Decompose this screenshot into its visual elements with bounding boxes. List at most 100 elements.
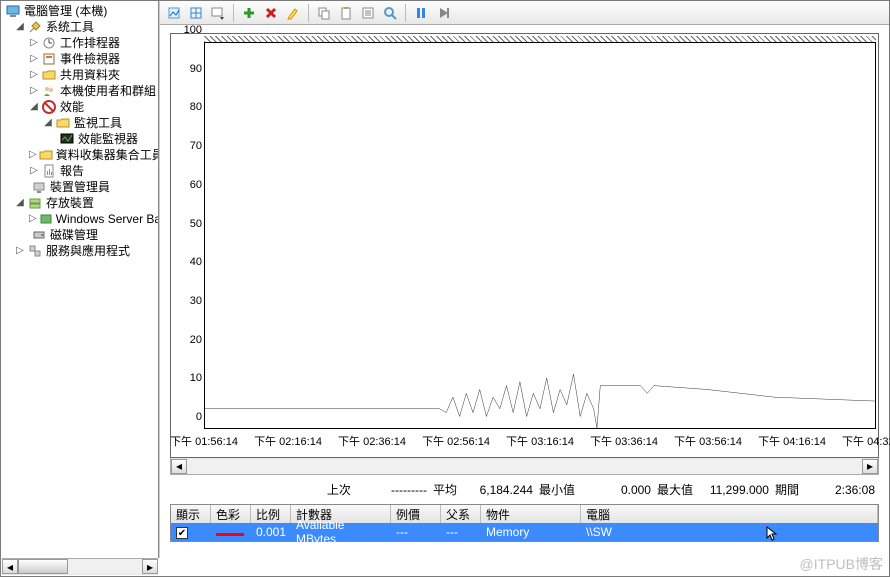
collapse-icon[interactable]: ▷ [15,243,25,259]
scroll-track[interactable] [18,559,142,574]
tree-event-viewer[interactable]: ▷ 事件檢視器 [1,51,158,67]
collapse-icon[interactable]: ▷ [29,163,39,179]
tree-label: 事件檢視器 [59,51,120,67]
stat-max-value: 11,299.000 [699,483,769,497]
tree-task-scheduler[interactable]: ▷ 工作排程器 [1,35,158,51]
tree-performance[interactable]: ◢ 效能 [1,99,158,115]
scroll-left-button[interactable]: ◂ [171,459,187,474]
tree-scrollbar[interactable]: ◂ ▸ [2,558,158,575]
device-icon [31,179,47,195]
expand-icon[interactable]: ◢ [15,195,25,211]
tree-system-tools[interactable]: ◢系统工具 [1,19,158,35]
tree-label: 本機使用者和群組 [59,83,156,99]
tree-device-manager[interactable]: 裝置管理員 [1,179,158,195]
collapse-icon[interactable]: ▷ [29,35,39,51]
stat-dur-label: 期間 [775,481,799,498]
scroll-right-button[interactable]: ▸ [142,559,158,574]
tree-label: 工作排程器 [59,35,120,51]
row-checkbox[interactable]: ✔ [176,527,188,539]
cell-computer: \\SW [586,525,612,539]
col-color[interactable]: 色彩 [211,505,251,523]
dropdown-button[interactable] [208,3,228,23]
expand-icon[interactable]: ◢ [15,19,25,35]
y-axis: 0102030405060708090100 [171,42,204,429]
tree-wsb[interactable]: ▷Windows Server Backu.. [1,211,158,227]
collapse-icon[interactable]: ▷ [29,67,39,83]
event-icon [41,51,57,67]
paste-button[interactable] [336,3,356,23]
users-icon [41,83,57,99]
clock-icon [41,35,57,51]
monitor-icon [59,131,75,147]
tree-services[interactable]: ▷ 服務與應用程式 [1,243,158,259]
view-current-button[interactable] [164,3,184,23]
col-show[interactable]: 顯示 [171,505,211,523]
scroll-track[interactable] [187,459,862,474]
watermark: @ITPUB博客 [800,554,883,574]
performance-chart[interactable]: 0102030405060708090100 下午 01:56:14下午 02:… [170,33,879,458]
tree-shared-folders[interactable]: ▷共用資料夾 [1,67,158,83]
storage-icon [27,195,43,211]
tree-monitoring-tools[interactable]: ◢ 監視工具 [1,115,158,131]
main-panel: 0102030405060708090100 下午 01:56:14下午 02:… [159,1,889,558]
services-icon [27,243,43,259]
collapse-icon[interactable]: ▷ [29,211,37,227]
folder-icon [55,115,71,131]
tree-label: 磁碟管理 [49,227,98,243]
collapse-icon[interactable]: ▷ [29,51,39,67]
tree-label: 服務與應用程式 [45,243,130,259]
delete-counter-button[interactable] [261,3,281,23]
scroll-right-button[interactable]: ▸ [862,459,878,474]
view-type-button[interactable] [186,3,206,23]
copy-button[interactable] [314,3,334,23]
expand-icon[interactable]: ◢ [29,99,39,115]
col-parent[interactable]: 父系 [441,505,481,523]
col-computer[interactable]: 電腦 [581,505,878,523]
tree-storage[interactable]: ◢存放裝置 [1,195,158,211]
stat-dur-value: 2:36:08 [805,483,875,497]
col-object[interactable]: 物件 [481,505,581,523]
tree-root[interactable]: 電腦管理 (本機) [1,3,158,19]
tree-reports[interactable]: ▷ 報告 [1,163,158,179]
update-button[interactable] [433,3,453,23]
folder-share-icon [41,67,57,83]
freeze-button[interactable] [411,3,431,23]
cell-counter: Available MBytes [291,518,391,546]
col-scale[interactable]: 比例 [251,505,291,523]
cell-scale: 0.001 [251,525,291,539]
nav-tree: 電腦管理 (本機) ◢系统工具 ▷ 工作排程器 ▷ 事件檢視器 ▷共用資料夾 ▷ 本機… [1,1,159,558]
backup-icon [39,211,53,227]
tree-local-users[interactable]: ▷ 本機使用者和群組 [1,83,158,99]
performance-icon [41,99,57,115]
zoom-button[interactable] [380,3,400,23]
tree-label: 裝置管理員 [49,179,110,195]
cell-parent: --- [441,525,481,539]
tree-disk-mgmt[interactable]: 磁碟管理 [1,227,158,243]
counter-row[interactable]: ✔ 0.001 Available MBytes --- --- Memory … [171,523,878,541]
chart-scrollbar[interactable]: ◂ ▸ [170,458,879,475]
cursor-icon [766,526,778,542]
folder-icon [39,147,53,163]
add-counter-button[interactable] [239,3,259,23]
collapse-icon[interactable]: ▷ [29,147,37,163]
stat-avg-value: 6,184.244 [463,483,533,497]
plot-area[interactable] [204,42,876,429]
col-instance[interactable]: 例價 [391,505,441,523]
cell-instance: --- [391,525,441,539]
tree-data-collector[interactable]: ▷ 資料收集器集合工員 [1,147,158,163]
tree-label: 資料收集器集合工員 [55,147,159,163]
properties-button[interactable] [358,3,378,23]
highlight-button[interactable] [283,3,303,23]
grid-header: 顯示 色彩 比例 計數器 例價 父系 物件 電腦 [171,505,878,523]
tree-label: 報告 [59,163,84,179]
tree-label: 監視工具 [73,115,122,131]
tree-perf-monitor[interactable]: 效能監視器 [1,131,158,147]
disk-icon [31,227,47,243]
tools-icon [27,19,43,35]
color-swatch [216,533,244,536]
collapse-icon[interactable]: ▷ [29,83,39,99]
expand-icon[interactable]: ◢ [43,115,53,131]
scroll-left-button[interactable]: ◂ [2,559,18,574]
tree-label: 電腦管理 (本機) [23,3,107,19]
tree-label: 效能 [59,99,84,115]
